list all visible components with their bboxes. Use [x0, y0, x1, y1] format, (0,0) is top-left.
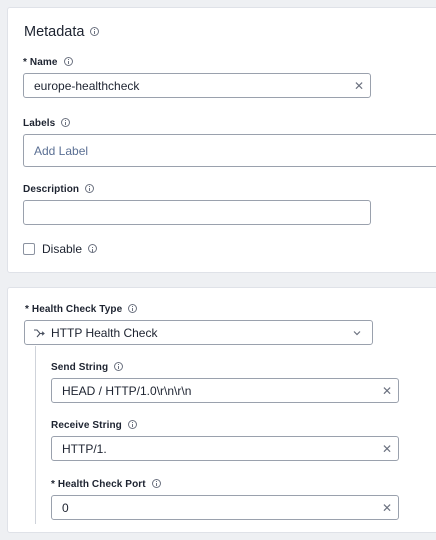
labels-label: Labels: [23, 117, 71, 129]
send-string-label: Send String: [51, 361, 124, 373]
nested-guide-line: [35, 346, 36, 524]
health-check-type-select[interactable]: HTTP Health Check: [24, 320, 373, 345]
receive-string-field[interactable]: HTTP/1. ✕: [51, 436, 399, 461]
name-field[interactable]: europe-healthcheck ✕: [23, 73, 371, 98]
health-check-type-value: HTTP Health Check: [51, 326, 158, 340]
close-icon[interactable]: ✕: [348, 74, 370, 97]
info-icon[interactable]: [151, 478, 161, 488]
description-label: Description: [23, 183, 95, 195]
info-icon[interactable]: [90, 26, 100, 36]
health-check-port-field[interactable]: 0 ✕: [51, 495, 399, 520]
info-icon[interactable]: [85, 183, 95, 193]
info-icon[interactable]: [127, 419, 137, 429]
info-icon[interactable]: [63, 56, 73, 66]
receive-string-label: Receive String: [51, 419, 137, 431]
info-icon[interactable]: [61, 117, 71, 127]
info-icon[interactable]: [114, 361, 124, 371]
chevron-down-icon: [353, 331, 361, 336]
health-check-port-label: * Health Check Port: [51, 478, 161, 490]
description-field[interactable]: [23, 200, 371, 225]
fork-icon: [34, 329, 45, 338]
metadata-title: Metadata: [24, 24, 100, 40]
name-label: * Name: [23, 56, 73, 68]
close-icon[interactable]: ✕: [376, 437, 398, 460]
send-string-field[interactable]: HEAD / HTTP/1.0\r\n\r\n ✕: [51, 378, 399, 403]
metadata-card: Metadata * Name europe-healthcheck ✕ Lab…: [7, 7, 436, 273]
labels-field[interactable]: Add Label: [23, 134, 436, 167]
close-icon[interactable]: ✕: [376, 496, 398, 519]
close-icon[interactable]: ✕: [376, 379, 398, 402]
info-icon[interactable]: [88, 244, 98, 254]
health-check-card: * Health Check Type HTTP Health Check Se…: [7, 287, 436, 533]
disable-label[interactable]: Disable: [42, 242, 98, 256]
disable-checkbox[interactable]: [23, 243, 35, 255]
info-icon[interactable]: [128, 303, 138, 313]
health-check-type-label: * Health Check Type: [25, 303, 138, 315]
